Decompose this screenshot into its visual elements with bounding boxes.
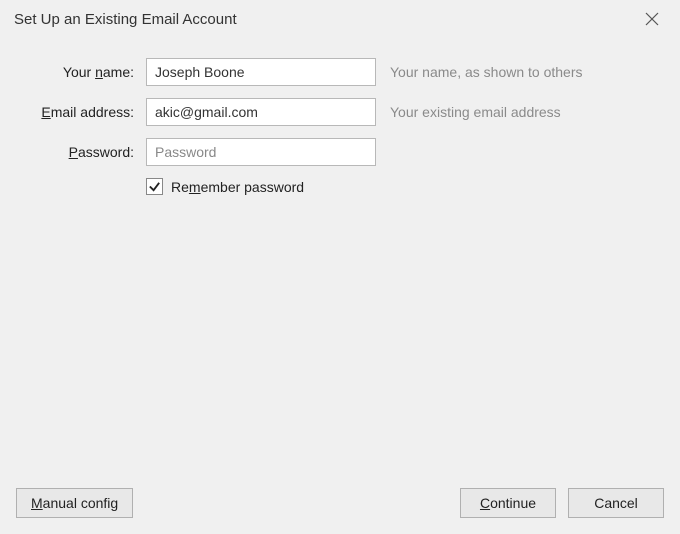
email-label: Email address: xyxy=(16,104,146,120)
close-button[interactable] xyxy=(638,5,666,33)
password-input[interactable] xyxy=(146,138,376,166)
remember-checkbox[interactable] xyxy=(146,178,163,195)
cancel-button[interactable]: Cancel xyxy=(568,488,664,518)
manual-config-button[interactable]: Manual config xyxy=(16,488,133,518)
email-row: Email address: Your existing email addre… xyxy=(16,98,664,126)
form-area: Your name: Your name, as shown to others… xyxy=(0,38,680,195)
continue-button[interactable]: Continue xyxy=(460,488,556,518)
password-label: Password: xyxy=(16,144,146,160)
footer: Manual config Continue Cancel xyxy=(16,488,664,518)
email-hint: Your existing email address xyxy=(390,104,561,120)
footer-right: Continue Cancel xyxy=(460,488,664,518)
name-hint: Your name, as shown to others xyxy=(390,64,583,80)
password-row: Password: xyxy=(16,138,664,166)
name-row: Your name: Your name, as shown to others xyxy=(16,58,664,86)
checkmark-icon xyxy=(148,180,161,193)
name-input[interactable] xyxy=(146,58,376,86)
remember-label[interactable]: Remember password xyxy=(171,179,304,195)
name-label: Your name: xyxy=(16,64,146,80)
remember-row: Remember password xyxy=(146,178,664,195)
close-icon xyxy=(645,12,659,26)
email-input[interactable] xyxy=(146,98,376,126)
titlebar: Set Up an Existing Email Account xyxy=(0,0,680,38)
window-title: Set Up an Existing Email Account xyxy=(14,11,237,28)
